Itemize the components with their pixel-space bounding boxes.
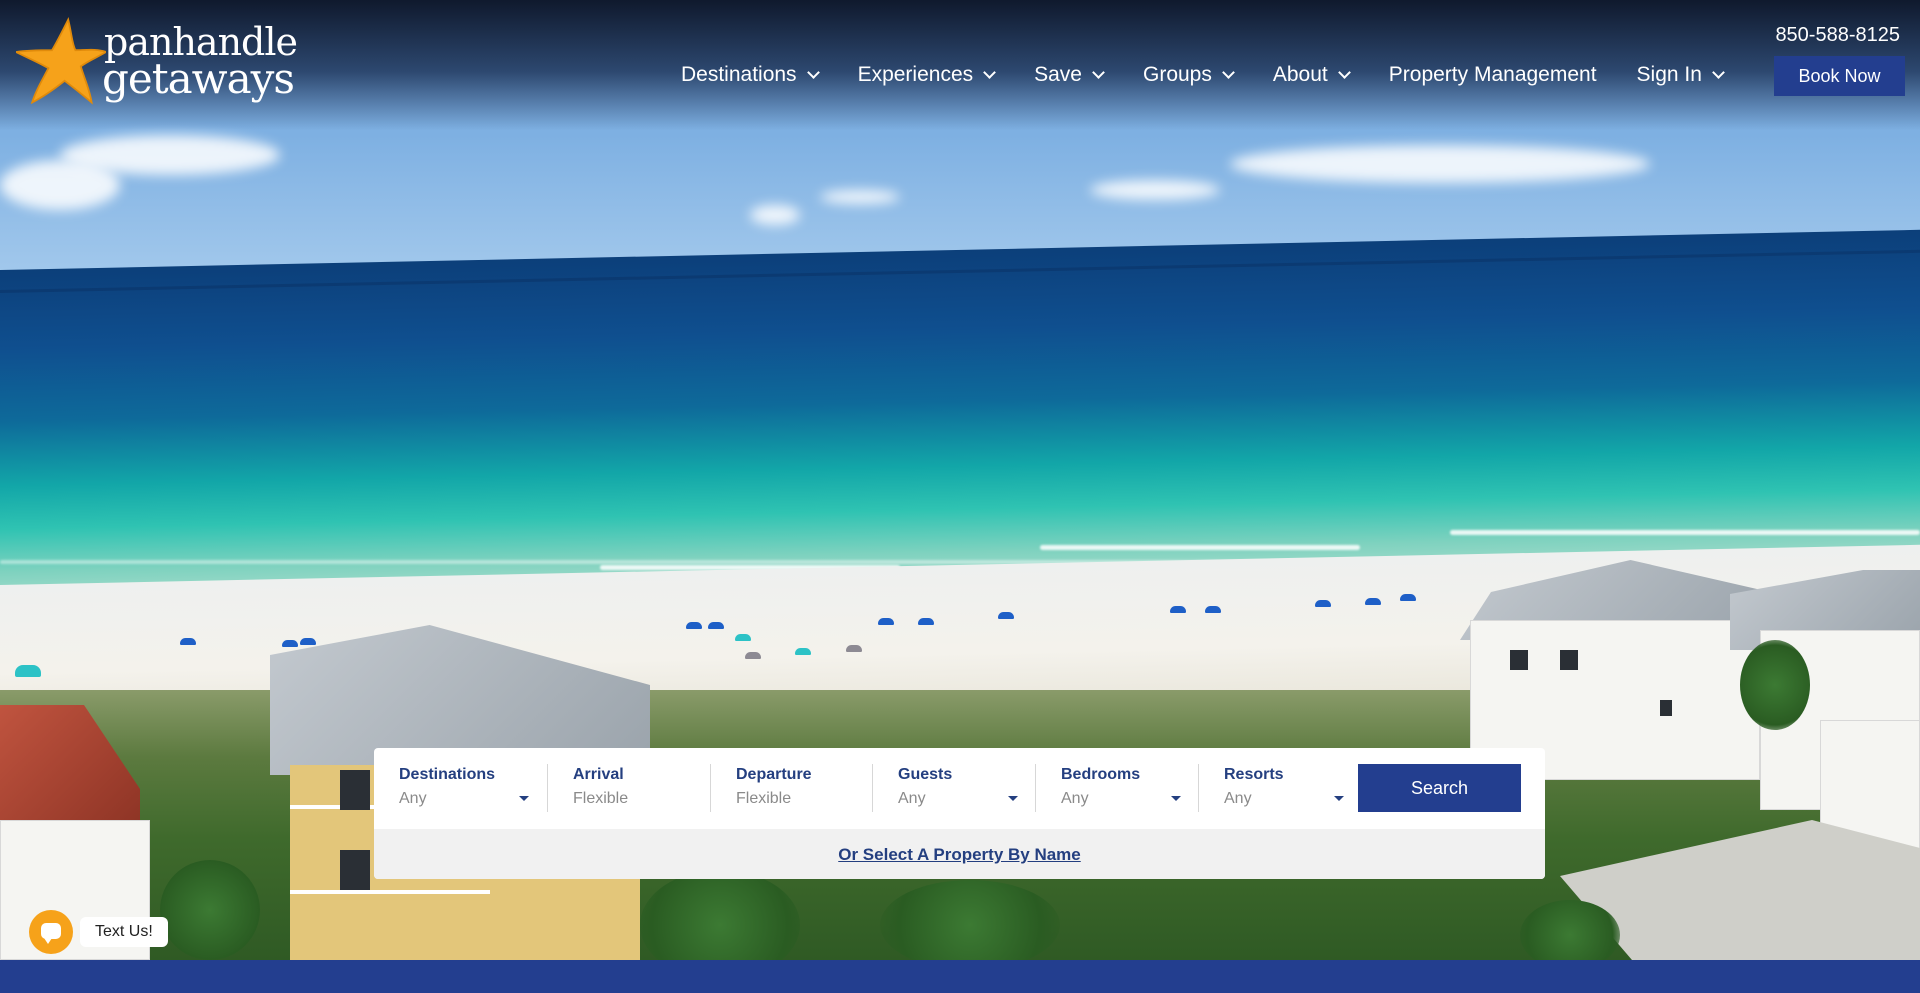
field-label: Departure xyxy=(736,766,812,783)
caret-down-icon xyxy=(1171,796,1181,801)
window xyxy=(1660,700,1672,716)
window xyxy=(1560,650,1578,670)
chevron-down-icon xyxy=(1337,66,1351,79)
bedrooms-select[interactable]: Bedrooms Any xyxy=(1035,764,1198,812)
palm-tree xyxy=(160,860,260,960)
starfish-icon xyxy=(16,17,106,105)
beach-umbrella xyxy=(846,645,862,652)
beach-umbrella xyxy=(1205,606,1221,613)
caret-down-icon xyxy=(1334,796,1344,801)
window xyxy=(1510,650,1528,670)
nav-sign-in[interactable]: Sign In xyxy=(1636,63,1725,87)
chat-bubble-icon[interactable] xyxy=(29,910,73,954)
chevron-down-icon xyxy=(1222,66,1235,79)
surf-line xyxy=(1450,530,1920,535)
nav-experiences[interactable]: Experiences xyxy=(857,63,996,87)
caret-down-icon xyxy=(1008,796,1018,801)
chevron-down-icon xyxy=(1092,66,1105,79)
beach-umbrella xyxy=(735,634,751,641)
nav-label: About xyxy=(1272,63,1328,86)
departure-date-field[interactable]: Departure Flexible xyxy=(710,764,872,812)
palm-tree xyxy=(880,880,1060,960)
beach-umbrella xyxy=(918,618,934,625)
cloud xyxy=(820,190,900,204)
site-logo[interactable]: panhandle getaways xyxy=(16,14,298,105)
beach-umbrella xyxy=(1170,606,1186,613)
chevron-down-icon xyxy=(806,66,820,79)
chevron-down-icon xyxy=(983,66,996,79)
field-value: Flexible xyxy=(573,790,629,807)
beach-umbrella xyxy=(708,622,724,629)
cloud xyxy=(1090,180,1220,200)
caret-down-icon xyxy=(519,796,529,801)
text-us-button[interactable]: Text Us! xyxy=(80,917,168,947)
beach-umbrella xyxy=(1315,600,1331,607)
field-label: Arrival xyxy=(573,766,624,783)
nav-label: Destinations xyxy=(681,63,797,86)
resorts-select[interactable]: Resorts Any xyxy=(1198,764,1348,812)
window xyxy=(340,770,370,810)
nav-about[interactable]: About xyxy=(1272,63,1351,87)
select-by-name-bar: Or Select A Property By Name xyxy=(374,829,1545,879)
nav-label: Save xyxy=(1034,63,1082,86)
arrival-date-field[interactable]: Arrival Flexible xyxy=(547,764,710,812)
nav-label: Groups xyxy=(1143,63,1212,86)
beach-umbrella xyxy=(686,622,702,629)
search-button[interactable]: Search xyxy=(1358,764,1521,812)
beach-umbrella xyxy=(1400,594,1416,601)
cloud xyxy=(750,205,800,225)
chat-bubble-glyph xyxy=(41,923,61,944)
search-fields: Destinations Any Arrival Flexible Depart… xyxy=(374,748,1545,829)
phone-number[interactable]: 850-588-8125 xyxy=(1775,24,1900,47)
field-label: Destinations xyxy=(399,766,496,783)
nav-label: Experiences xyxy=(857,63,974,86)
beach-umbrella xyxy=(998,612,1014,619)
main-nav: Destinations Experiences Save Groups Abo… xyxy=(681,60,1725,90)
field-label: Bedrooms xyxy=(1061,766,1141,783)
nav-groups[interactable]: Groups xyxy=(1143,63,1235,87)
logo-text-getaways: getaways xyxy=(102,54,295,103)
field-value: Flexible xyxy=(736,790,792,807)
nav-property-management[interactable]: Property Management xyxy=(1389,63,1597,87)
surf-line xyxy=(1040,545,1360,550)
destinations-select[interactable]: Destinations Any xyxy=(374,764,547,812)
field-value: Any xyxy=(1224,790,1252,807)
nav-save[interactable]: Save xyxy=(1034,63,1105,87)
cloud xyxy=(1230,145,1650,183)
beach-umbrella xyxy=(1365,598,1381,605)
field-label: Guests xyxy=(898,766,953,783)
nav-destinations[interactable]: Destinations xyxy=(681,63,820,87)
beach-umbrella xyxy=(878,618,894,625)
next-section-bar xyxy=(0,960,1920,993)
beach-umbrella xyxy=(795,648,811,655)
beach-umbrella xyxy=(745,652,761,659)
book-now-button[interactable]: Book Now xyxy=(1774,56,1905,96)
select-property-by-name-link[interactable]: Or Select A Property By Name xyxy=(838,845,1081,865)
balcony-rail xyxy=(290,890,490,894)
beach-umbrella xyxy=(300,638,316,645)
chevron-down-icon xyxy=(1712,66,1725,79)
guests-select[interactable]: Guests Any xyxy=(872,764,1035,812)
cloud xyxy=(0,160,120,210)
field-label: Resorts xyxy=(1224,766,1284,783)
beach-umbrella xyxy=(180,638,196,645)
beach-tent xyxy=(15,665,41,677)
palm-tree xyxy=(1740,640,1810,730)
beach-umbrella xyxy=(282,640,298,647)
nav-label: Property Management xyxy=(1388,63,1597,86)
window xyxy=(340,850,370,890)
property-search-widget: Destinations Any Arrival Flexible Depart… xyxy=(374,748,1545,879)
nav-label: Sign In xyxy=(1636,63,1702,86)
